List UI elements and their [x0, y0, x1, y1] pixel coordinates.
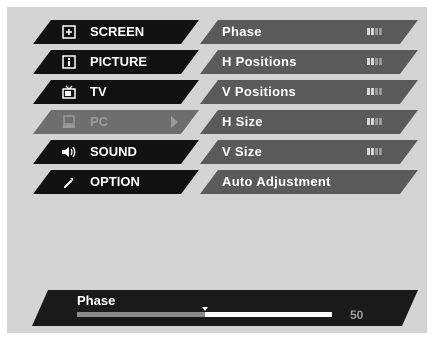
menu-item-screen[interactable]: SCREEN [33, 20, 199, 44]
menu-item-tv[interactable]: TV [33, 80, 199, 104]
speaker-icon [61, 144, 77, 160]
submenu-item-h-size[interactable]: H Size [200, 110, 418, 134]
level-indicator-icon [367, 118, 382, 125]
pc-icon [61, 114, 77, 130]
submenu-item-phase[interactable]: Phase [200, 20, 418, 44]
wrench-icon [61, 174, 77, 190]
menu-item-label: PICTURE [90, 54, 148, 69]
adjustment-slider[interactable] [77, 307, 332, 317]
menu-item-label: PC [90, 114, 109, 129]
menu-item-pc[interactable]: PC [33, 110, 199, 134]
picture-icon [61, 54, 77, 70]
submenu-item-label: V Positions [222, 84, 297, 99]
menu-item-sound[interactable]: SOUND [33, 140, 199, 164]
slider-marker-icon[interactable] [201, 307, 208, 311]
submenu-item-label: Auto Adjustment [222, 174, 331, 189]
tv-icon [61, 84, 77, 100]
submenu-arrow-icon [171, 116, 178, 128]
menu-item-label: SCREEN [90, 24, 145, 39]
submenu-item-h-positions[interactable]: H Positions [200, 50, 418, 74]
submenu-item-label: Phase [222, 24, 262, 39]
menu-item-label: SOUND [90, 144, 137, 159]
submenu-item-label: V Size [222, 144, 263, 159]
menu-item-label: OPTION [90, 174, 140, 189]
slider-fill [77, 312, 205, 317]
submenu-item-label: H Positions [222, 54, 297, 69]
submenu-item-v-positions[interactable]: V Positions [200, 80, 418, 104]
screen-icon [61, 24, 77, 40]
level-indicator-icon [367, 28, 382, 35]
adjustment-title: Phase [77, 293, 116, 308]
submenu-item-v-size[interactable]: V Size [200, 140, 418, 164]
menu-item-picture[interactable]: PICTURE [33, 50, 199, 74]
level-indicator-icon [367, 58, 382, 65]
menu-item-label: TV [90, 84, 107, 99]
menu-item-option[interactable]: OPTION [33, 170, 199, 194]
submenu-item-auto-adjustment[interactable]: Auto Adjustment [200, 170, 418, 194]
adjustment-value: 50 [350, 308, 364, 322]
level-indicator-icon [367, 88, 382, 95]
submenu-item-label: H Size [222, 114, 263, 129]
level-indicator-icon [367, 148, 382, 155]
